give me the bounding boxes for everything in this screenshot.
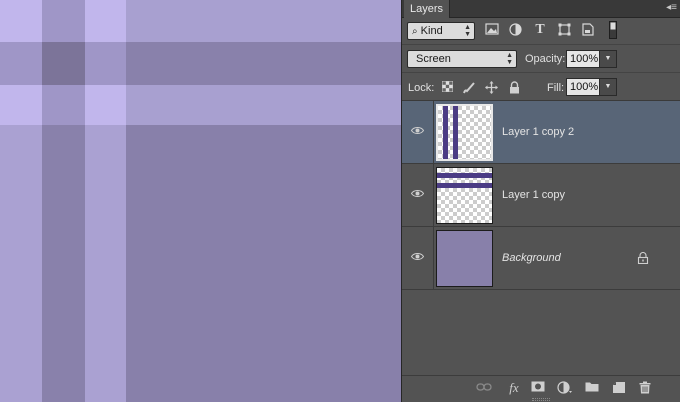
opacity-dropdown-button[interactable]: ▼ xyxy=(599,50,617,68)
smart-object-filter-icon[interactable] xyxy=(581,23,595,37)
eye-icon xyxy=(411,127,424,134)
lock-transparent-icon[interactable] xyxy=(440,81,454,95)
lock-all-icon[interactable] xyxy=(507,81,521,95)
canvas-band-intersection-mid xyxy=(0,42,42,85)
new-group-icon[interactable] xyxy=(585,381,599,395)
link-layers-icon[interactable] xyxy=(476,381,492,395)
layers-panel: Layers ◂≡ ⌕ Kind ▲ ▼ T Screen ▲ ▼ Opacity:… xyxy=(401,0,680,402)
layer-row[interactable]: Layer 1 copy xyxy=(402,164,680,227)
fill-dropdown-button[interactable]: ▼ xyxy=(599,78,617,96)
layer-name[interactable]: Layer 1 copy 2 xyxy=(502,126,574,138)
fill-label: Fill: xyxy=(547,82,565,94)
layers-bottom-bar: fx xyxy=(402,375,680,402)
canvas-band-intersection xyxy=(0,0,42,42)
lock-position-icon[interactable] xyxy=(484,81,498,95)
delete-layer-icon[interactable] xyxy=(638,381,652,395)
opacity-input[interactable]: 100% xyxy=(566,50,600,68)
eye-icon xyxy=(411,190,424,197)
pixel-filter-icon[interactable] xyxy=(485,23,499,37)
dropdown-arrows-icon: ▲ ▼ xyxy=(506,52,513,66)
canvas-band-intersection-mid xyxy=(42,85,85,125)
canvas-band-intersection-dark xyxy=(42,42,85,85)
canvas-band-intersection xyxy=(0,85,42,125)
tab-layers[interactable]: Layers xyxy=(404,0,451,18)
layer-thumbnail[interactable] xyxy=(436,104,493,161)
filter-toggle-icon[interactable] xyxy=(606,21,620,39)
canvas-band-intersection-mid xyxy=(42,0,85,42)
new-layer-icon[interactable] xyxy=(612,381,626,395)
add-mask-icon[interactable] xyxy=(531,381,545,395)
document-canvas[interactable] xyxy=(0,0,401,402)
lock-label: Lock: xyxy=(408,82,435,94)
blend-mode-dropdown[interactable]: Screen ▲ ▼ xyxy=(407,50,517,68)
type-filter-icon[interactable]: T xyxy=(533,23,547,37)
shape-filter-icon[interactable] xyxy=(557,23,571,37)
panel-tab-bar: Layers ◂≡ xyxy=(402,0,680,18)
layer-lock-icon xyxy=(637,252,649,264)
adjustment-filter-icon[interactable] xyxy=(508,23,522,37)
visibility-toggle[interactable] xyxy=(402,164,434,226)
visibility-toggle[interactable] xyxy=(402,227,434,289)
canvas-band-intersection-mid xyxy=(85,42,126,85)
layers-list: Layer 1 copy 2 Layer 1 copy Background xyxy=(402,101,680,375)
layer-row[interactable]: Background xyxy=(402,227,680,290)
filter-kind-dropdown[interactable]: ⌕ Kind ▲ ▼ xyxy=(407,22,475,40)
layer-row[interactable]: Layer 1 copy 2 xyxy=(402,101,680,164)
filter-kind-label: Kind xyxy=(420,25,443,37)
thumbnail-bar xyxy=(437,183,492,188)
layer-name[interactable]: Layer 1 copy xyxy=(502,189,565,201)
search-icon: ⌕ xyxy=(412,26,418,37)
panel-menu-icon[interactable]: ◂≡ xyxy=(666,2,677,14)
lock-image-icon[interactable] xyxy=(462,81,476,95)
canvas-band-intersection xyxy=(85,0,126,42)
opacity-label: Opacity: xyxy=(525,53,566,65)
layer-thumbnail[interactable] xyxy=(436,167,493,224)
thumbnail-bar xyxy=(437,173,492,178)
fill-input[interactable]: 100% xyxy=(566,78,600,96)
resize-grip[interactable] xyxy=(532,398,550,401)
adjustment-layer-icon[interactable] xyxy=(557,381,573,395)
canvas-band-intersection xyxy=(85,85,126,125)
fx-icon[interactable]: fx xyxy=(505,381,523,395)
thumbnail-bar xyxy=(453,106,458,159)
blend-mode-value: Screen xyxy=(416,53,451,65)
layer-thumbnail[interactable] xyxy=(436,230,493,287)
eye-icon xyxy=(411,253,424,260)
dropdown-arrows-icon: ▲ ▼ xyxy=(464,24,471,38)
layer-name[interactable]: Background xyxy=(502,252,561,264)
visibility-toggle[interactable] xyxy=(402,101,434,163)
thumbnail-bar xyxy=(443,106,448,159)
